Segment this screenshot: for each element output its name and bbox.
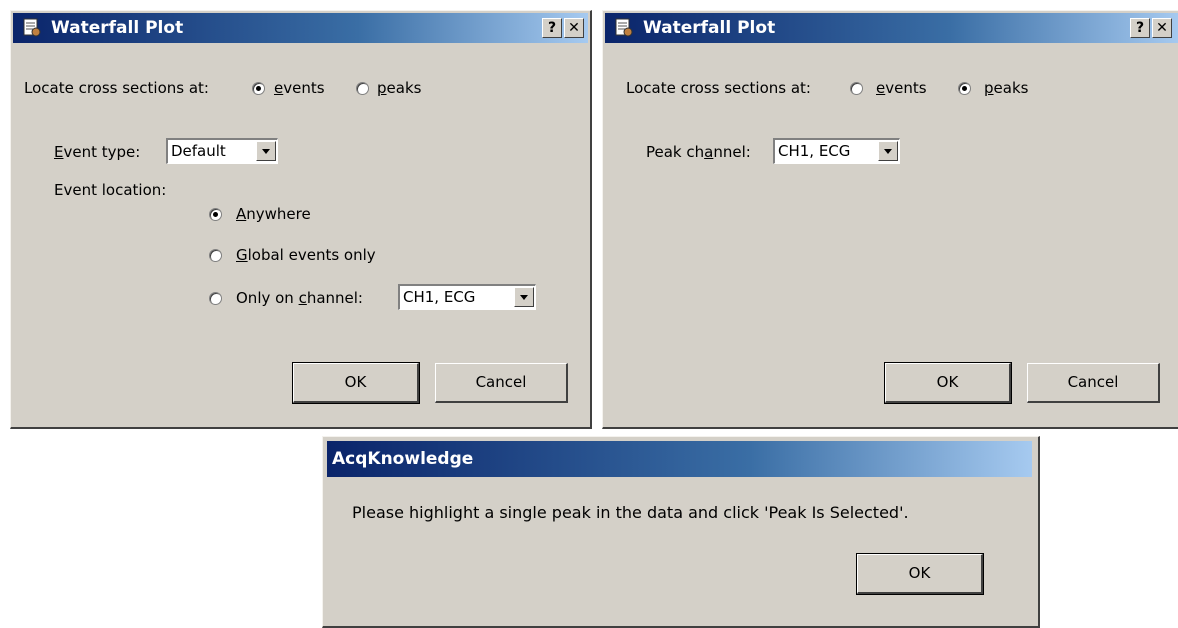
waterfall-dialog-peaks: Waterfall Plot ? ✕ Locate cross sections… <box>602 10 1178 429</box>
peak-channel-label: Peak channel: <box>646 143 751 161</box>
help-icon[interactable]: ? <box>542 18 562 38</box>
radio-events[interactable] <box>850 82 863 95</box>
title-bar[interactable]: Waterfall Plot ? ✕ <box>605 13 1178 43</box>
help-icon[interactable]: ? <box>1130 18 1150 38</box>
acqknowledge-message-dialog: AcqKnowledge Please highlight a single p… <box>322 436 1040 628</box>
event-location-label: Event location: <box>54 181 167 199</box>
dropdown-arrow-icon[interactable] <box>878 141 898 161</box>
close-icon[interactable]: ✕ <box>1152 18 1172 38</box>
radio-events-label[interactable]: events <box>274 79 325 97</box>
event-type-label: Event type: <box>54 143 141 161</box>
message-text: Please highlight a single peak in the da… <box>352 503 909 522</box>
dropdown-arrow-icon[interactable] <box>514 287 534 307</box>
event-type-select[interactable]: Default <box>166 138 278 164</box>
cancel-button[interactable]: Cancel <box>1027 363 1160 403</box>
channel-value: CH1, ECG <box>403 288 476 306</box>
radio-events-label[interactable]: events <box>876 79 927 97</box>
radio-global-label[interactable]: Global events only <box>236 246 376 264</box>
peak-channel-value: CH1, ECG <box>778 142 851 160</box>
radio-events[interactable] <box>252 82 265 95</box>
radio-peaks[interactable] <box>356 82 369 95</box>
dialog-title: Waterfall Plot <box>51 18 184 38</box>
event-type-value: Default <box>171 142 226 160</box>
radio-peaks[interactable] <box>958 82 971 95</box>
peak-channel-select[interactable]: CH1, ECG <box>773 138 900 164</box>
radio-global-events[interactable] <box>209 249 222 262</box>
app-icon <box>615 18 633 37</box>
channel-select[interactable]: CH1, ECG <box>398 284 536 310</box>
dropdown-arrow-icon[interactable] <box>256 141 276 161</box>
radio-anywhere-label[interactable]: Anywhere <box>236 205 311 223</box>
dialog-title: AcqKnowledge <box>332 449 474 469</box>
ok-button[interactable]: OK <box>292 362 420 404</box>
radio-peaks-label[interactable]: peaks <box>377 79 421 97</box>
locate-label: Locate cross sections at: <box>24 79 209 97</box>
locate-label: Locate cross sections at: <box>626 79 811 97</box>
ok-button[interactable]: OK <box>856 553 984 595</box>
title-bar[interactable]: Waterfall Plot ? ✕ <box>13 13 588 43</box>
radio-anywhere[interactable] <box>209 208 222 221</box>
radio-only-channel[interactable] <box>209 292 222 305</box>
ok-button[interactable]: OK <box>884 362 1012 404</box>
waterfall-dialog-events: Waterfall Plot ? ✕ Locate cross sections… <box>10 10 592 429</box>
title-bar[interactable]: AcqKnowledge <box>327 441 1032 477</box>
cancel-button[interactable]: Cancel <box>435 363 568 403</box>
app-icon <box>23 18 41 37</box>
close-icon[interactable]: ✕ <box>564 18 584 38</box>
dialog-title: Waterfall Plot <box>643 18 776 38</box>
radio-channel-label[interactable]: Only on channel: <box>236 289 363 307</box>
radio-peaks-label[interactable]: peaks <box>984 79 1028 97</box>
